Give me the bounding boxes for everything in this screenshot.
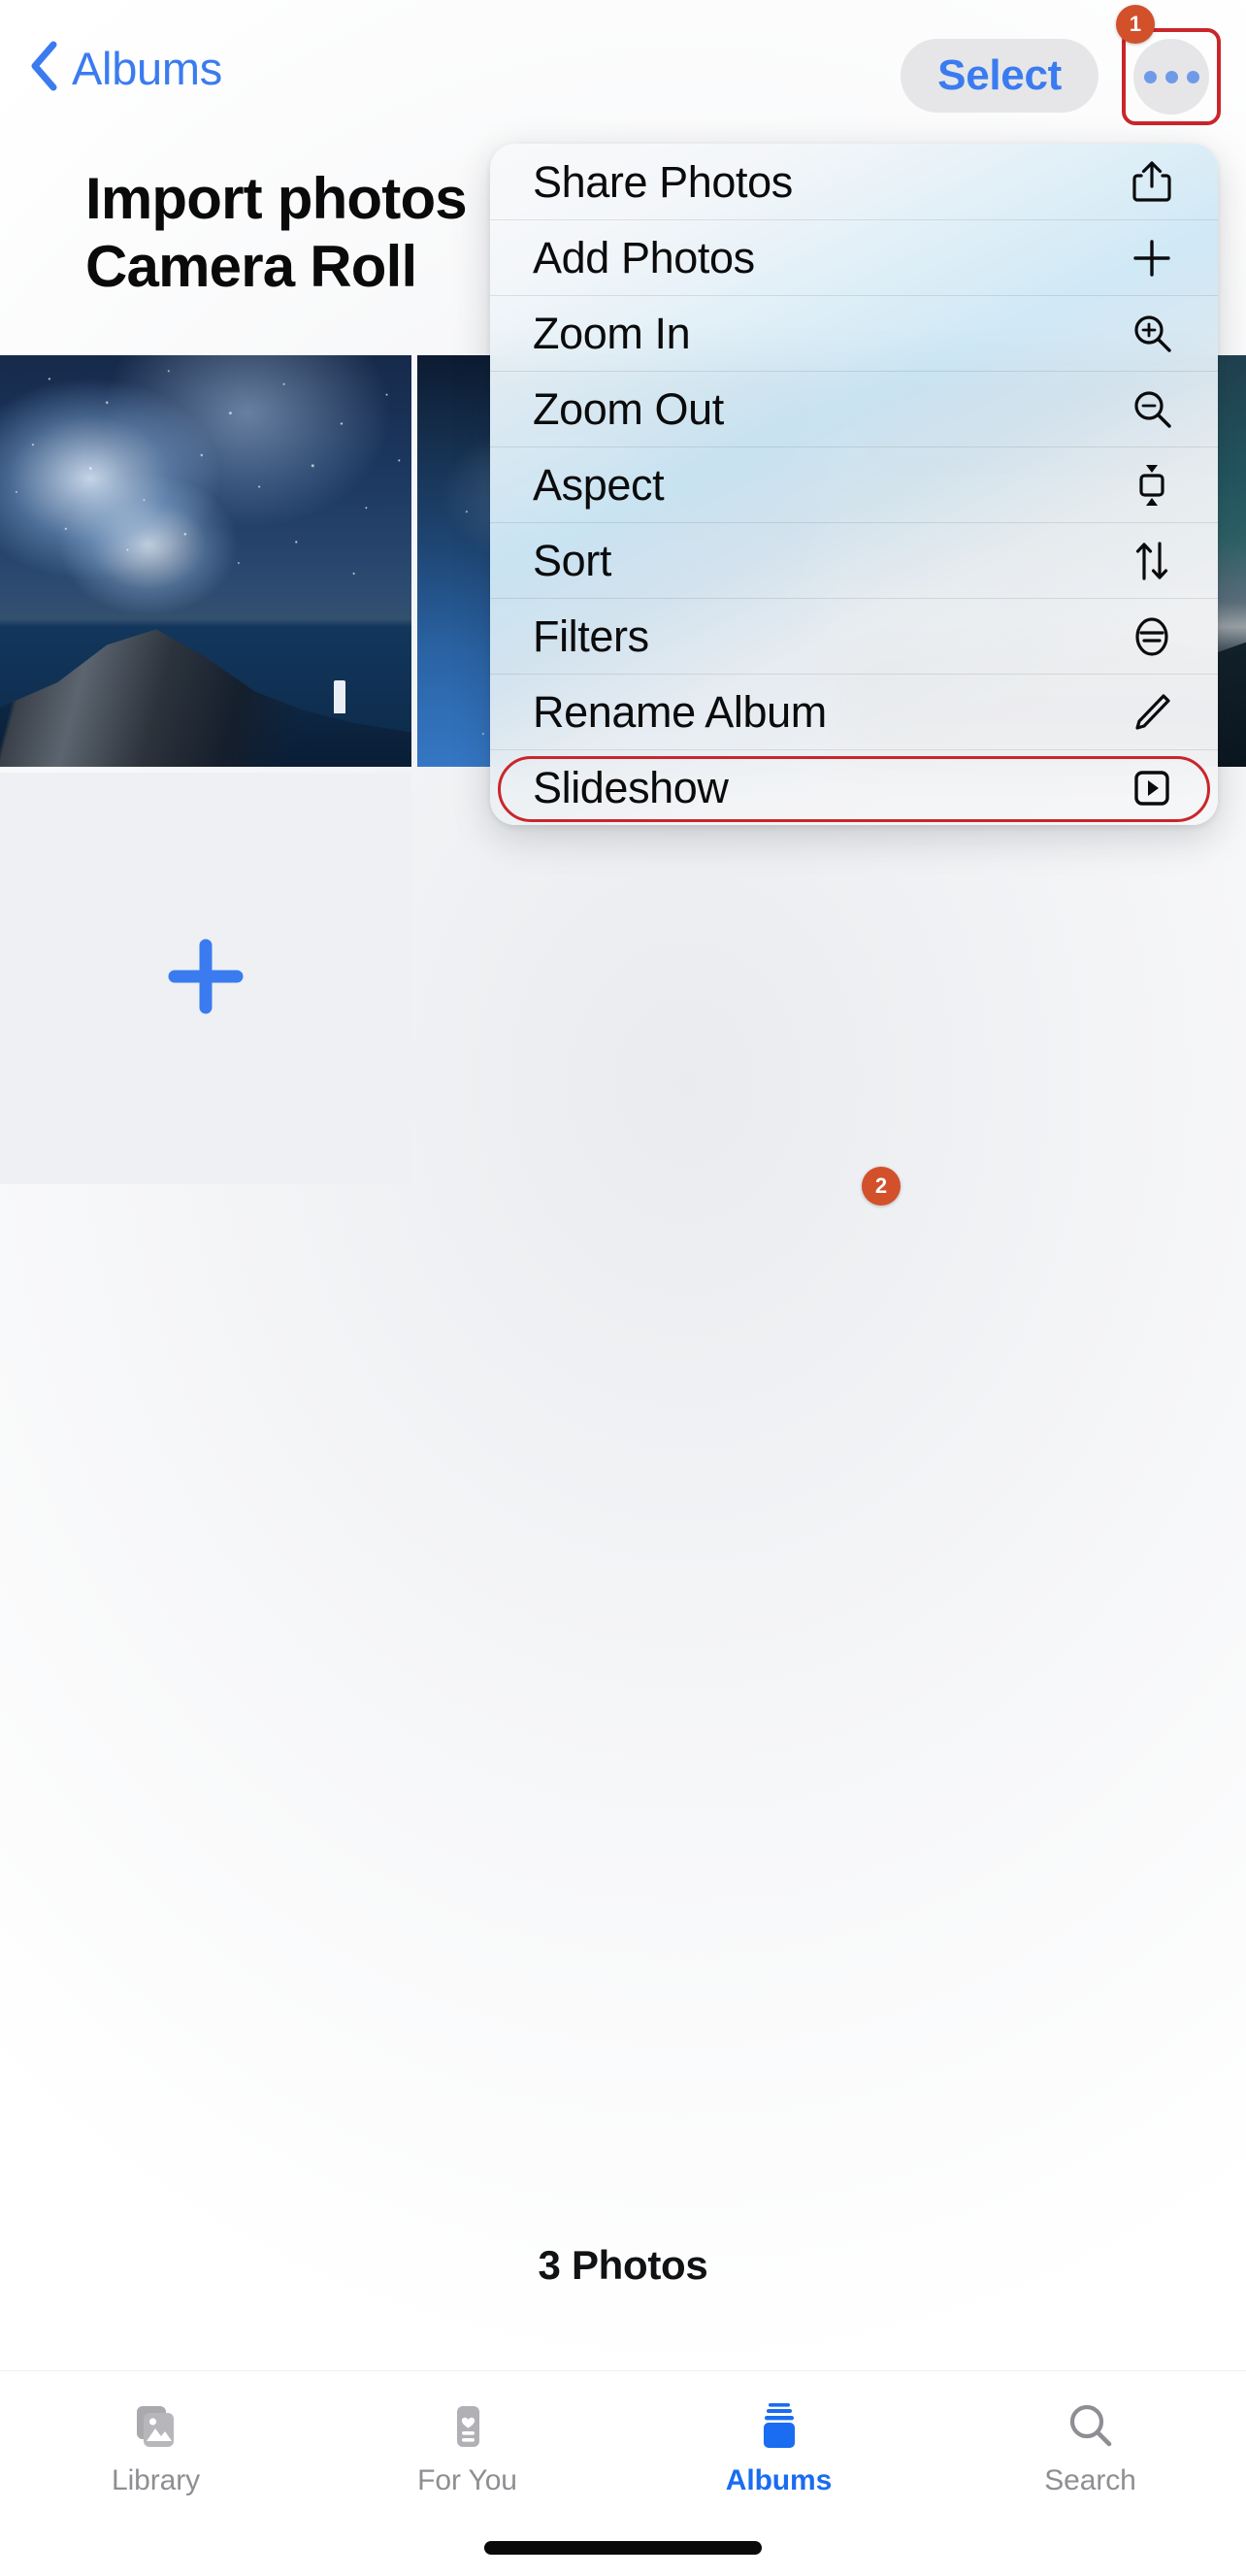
tab-library[interactable]: Library [0,2398,312,2495]
photo-count-label: 3 Photos [538,2242,708,2288]
menu-item-filters[interactable]: Filters [490,598,1218,674]
zoom-out-icon [1129,386,1175,433]
context-menu: Share Photos Add Photos Zoom In Zoom Out… [490,144,1218,825]
menu-item-add-photos[interactable]: Add Photos [490,219,1218,295]
back-to-albums-button[interactable]: Albums [29,41,222,96]
zoom-in-icon [1129,311,1175,357]
play-rect-icon [1129,765,1175,811]
albums-icon [751,2398,807,2455]
photos-app-screen: Albums Select 1 Import photos Camera Rol… [0,0,1246,2576]
aspect-icon [1129,462,1175,509]
menu-item-sort[interactable]: Sort [490,522,1218,598]
annotation-step-badge-2: 2 [862,1167,901,1205]
select-button[interactable]: Select [901,39,1098,113]
tab-albums[interactable]: Albums [623,2398,934,2495]
tab-label: For You [417,2464,517,2496]
menu-item-label: Slideshow [533,763,729,812]
tab-for-you[interactable]: For You [312,2398,623,2495]
menu-item-label: Aspect [533,460,665,510]
share-icon [1129,158,1175,205]
more-options-button-wrapper [1122,28,1221,125]
annotation-step-badge-1: 1 [1116,5,1155,44]
photo-stack-icon [128,2398,184,2455]
tab-label: Library [112,2464,200,2496]
home-indicator [484,2541,762,2555]
heart-card-icon [440,2398,496,2455]
add-photos-cell[interactable] [0,773,411,1184]
menu-item-label: Sort [533,536,611,585]
menu-item-slideshow[interactable]: Slideshow [490,749,1218,825]
menu-item-label: Filters [533,611,649,661]
navigation-bar: Albums Select [0,0,1246,146]
menu-item-rename-album[interactable]: Rename Album [490,674,1218,749]
menu-item-share-photos[interactable]: Share Photos [490,144,1218,219]
ellipsis-icon-dot-1 [1143,70,1157,83]
plus-icon [159,930,252,1028]
tab-label: Albums [725,2464,833,2496]
back-button-label: Albums [72,43,222,94]
plus-icon [1129,235,1175,281]
tab-search[interactable]: Search [934,2398,1246,2495]
menu-item-zoom-in[interactable]: Zoom In [490,295,1218,371]
menu-item-label: Share Photos [533,156,793,207]
menu-item-label: Zoom In [533,309,691,358]
menu-item-label: Zoom Out [533,384,724,434]
ellipsis-icon-dot-3 [1186,70,1199,83]
lighthouse-decoration [334,679,346,713]
sort-arrows-icon [1129,538,1175,584]
pencil-icon [1129,689,1175,736]
star-field-decoration [0,355,411,619]
menu-item-zoom-out[interactable]: Zoom Out [490,371,1218,446]
cliff-decoration [0,629,411,767]
more-options-button[interactable] [1133,39,1209,115]
menu-item-aspect[interactable]: Aspect [490,446,1218,522]
ellipsis-icon-dot-2 [1164,70,1178,83]
photo-thumbnail-starry-sea[interactable] [0,355,411,767]
chevron-left-icon [29,41,58,96]
menu-item-label: Add Photos [533,233,755,282]
tab-label: Search [1044,2464,1136,2496]
search-icon [1063,2398,1119,2455]
filters-icon [1129,613,1175,660]
menu-item-label: Rename Album [533,687,827,737]
select-button-label: Select [937,51,1062,99]
